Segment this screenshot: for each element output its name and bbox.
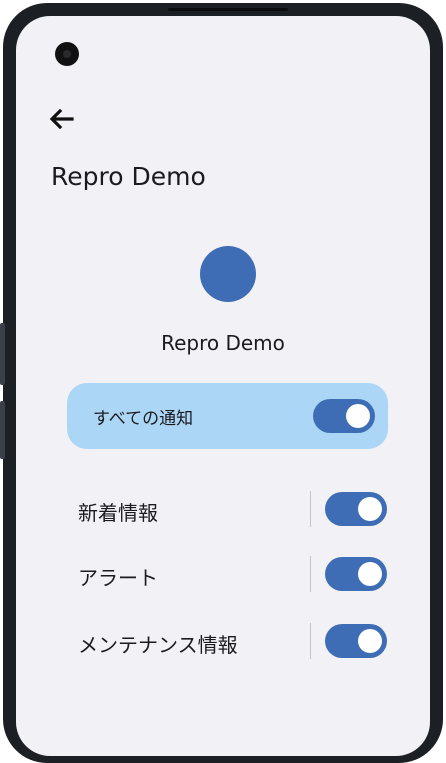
channel-label: 新着情報 [78,501,158,525]
arrow-back-icon [49,109,74,129]
front-camera-icon [55,42,79,66]
channel-label: アラート [78,566,158,590]
channel-label: メンテナンス情報 [78,633,238,657]
all-notifications-toggle[interactable] [313,399,375,433]
all-notifications-label: すべての通知 [93,409,194,429]
toggle-knob [358,629,382,653]
power-button [0,401,5,459]
channel-toggle-alert[interactable] [325,557,387,591]
divider [310,491,311,527]
app-screen: Repro Demo Repro Demo すべての通知 新着情報 アラート メ… [16,16,430,756]
toggle-knob [346,404,370,428]
page-title: Repro Demo [51,162,206,191]
toggle-knob [358,562,382,586]
channel-row-alert[interactable]: アラート [16,549,430,599]
back-button[interactable] [48,102,88,136]
toggle-knob [358,497,382,521]
speaker-grille [168,8,288,11]
all-notifications-card[interactable]: すべての通知 [67,383,388,449]
volume-button [0,323,5,385]
channel-toggle-maintenance[interactable] [325,624,387,658]
channel-row-news[interactable]: 新着情報 [16,484,430,534]
channel-row-maintenance[interactable]: メンテナンス情報 [16,616,430,666]
divider [310,623,311,659]
phone-frame: Repro Demo Repro Demo すべての通知 新着情報 アラート メ… [0,3,443,763]
profile-name: Repro Demo [161,331,285,355]
avatar [200,246,256,302]
divider [310,556,311,592]
channel-toggle-news[interactable] [325,492,387,526]
